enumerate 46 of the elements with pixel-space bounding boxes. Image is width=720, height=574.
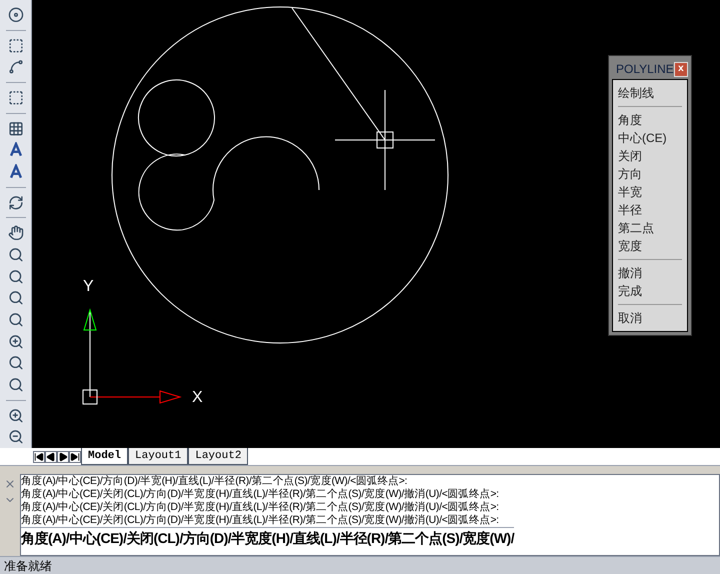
zoom-icon[interactable] (8, 355, 24, 371)
rectangle-icon[interactable] (8, 38, 24, 54)
layout-tab[interactable]: Model (81, 448, 128, 466)
menu-item[interactable]: 方向 (618, 165, 682, 183)
crosshair-cursor-icon (334, 90, 436, 190)
menu-item[interactable]: 宽度 (618, 237, 682, 255)
last-tab-icon[interactable] (69, 450, 81, 462)
menu-item[interactable]: 关闭 (618, 147, 682, 165)
zoom-in-icon[interactable] (8, 408, 24, 424)
command-history-line: 角度(A)/中心(CE)/方向(D)/半宽(H)/直线(L)/半径(R)/第二个点(S)/宽度(W)/<圆弧终点>: (21, 475, 408, 488)
refresh-icon[interactable] (8, 194, 24, 210)
menu-item[interactable]: 撤消 (618, 264, 682, 282)
pan-icon[interactable] (8, 225, 24, 241)
menu-item[interactable]: 角度 (618, 111, 682, 129)
axis-icon (82, 308, 182, 404)
close-icon[interactable] (4, 478, 16, 490)
menu-item[interactable]: 绘制线 (618, 84, 682, 102)
zoom-out-icon[interactable] (8, 429, 24, 445)
zoom-icon[interactable] (8, 377, 24, 393)
command-input-field[interactable]: 角度(A)/中心(CE)/关闭(CL)/方向(D)/半宽度(H)/直线(L)/半径(R)/第二个点(S)/宽度(W)/ (21, 527, 514, 548)
text-icon[interactable] (8, 142, 24, 158)
menu-item[interactable]: 半径 (618, 201, 682, 219)
menu-item[interactable]: 完成 (618, 282, 682, 300)
text-style-icon[interactable] (8, 164, 24, 180)
layout-tab[interactable]: Layout1 (128, 448, 188, 466)
axis-label: X (192, 388, 203, 408)
command-history-line: 角度(A)/中心(CE)/关闭(CL)/方向(D)/半宽度(H)/直线(L)/半径(R)/第二个点(S)/宽度(W)/撤消(U)/<圆弧终点>: (21, 488, 499, 501)
zoom-icon[interactable] (8, 290, 24, 306)
zoom-icon[interactable] (8, 312, 24, 328)
menu-item[interactable]: 中心(CE) (618, 129, 682, 147)
zoom-icon[interactable] (8, 246, 24, 263)
curve-icon[interactable] (8, 59, 24, 75)
circle-icon[interactable] (8, 7, 24, 23)
menu-item[interactable]: 第二点 (618, 219, 682, 237)
menu-item[interactable]: 取消 (618, 309, 682, 327)
command-history-line: 角度(A)/中心(CE)/关闭(CL)/方向(D)/半宽度(H)/直线(L)/半径(R)/第二个点(S)/宽度(W)/撤消(U)/<圆弧终点>: (21, 501, 499, 514)
menu-item[interactable]: 半宽 (618, 183, 682, 201)
status-text: 准备就绪 (4, 558, 52, 574)
zoom-in-icon[interactable] (8, 334, 24, 350)
axis-label: Y (83, 277, 94, 297)
command-history-line: 角度(A)/中心(CE)/关闭(CL)/方向(D)/半宽度(H)/直线(L)/半径(R)/第二个点(S)/宽度(W)/撤消(U)/<圆弧终点>: (21, 514, 499, 527)
zoom-icon[interactable] (8, 268, 24, 284)
layout-tab[interactable]: Layout2 (188, 448, 248, 466)
close-button[interactable]: x (674, 62, 688, 76)
menu-title: POLYLINE (615, 61, 674, 78)
first-tab-icon[interactable] (33, 450, 45, 462)
